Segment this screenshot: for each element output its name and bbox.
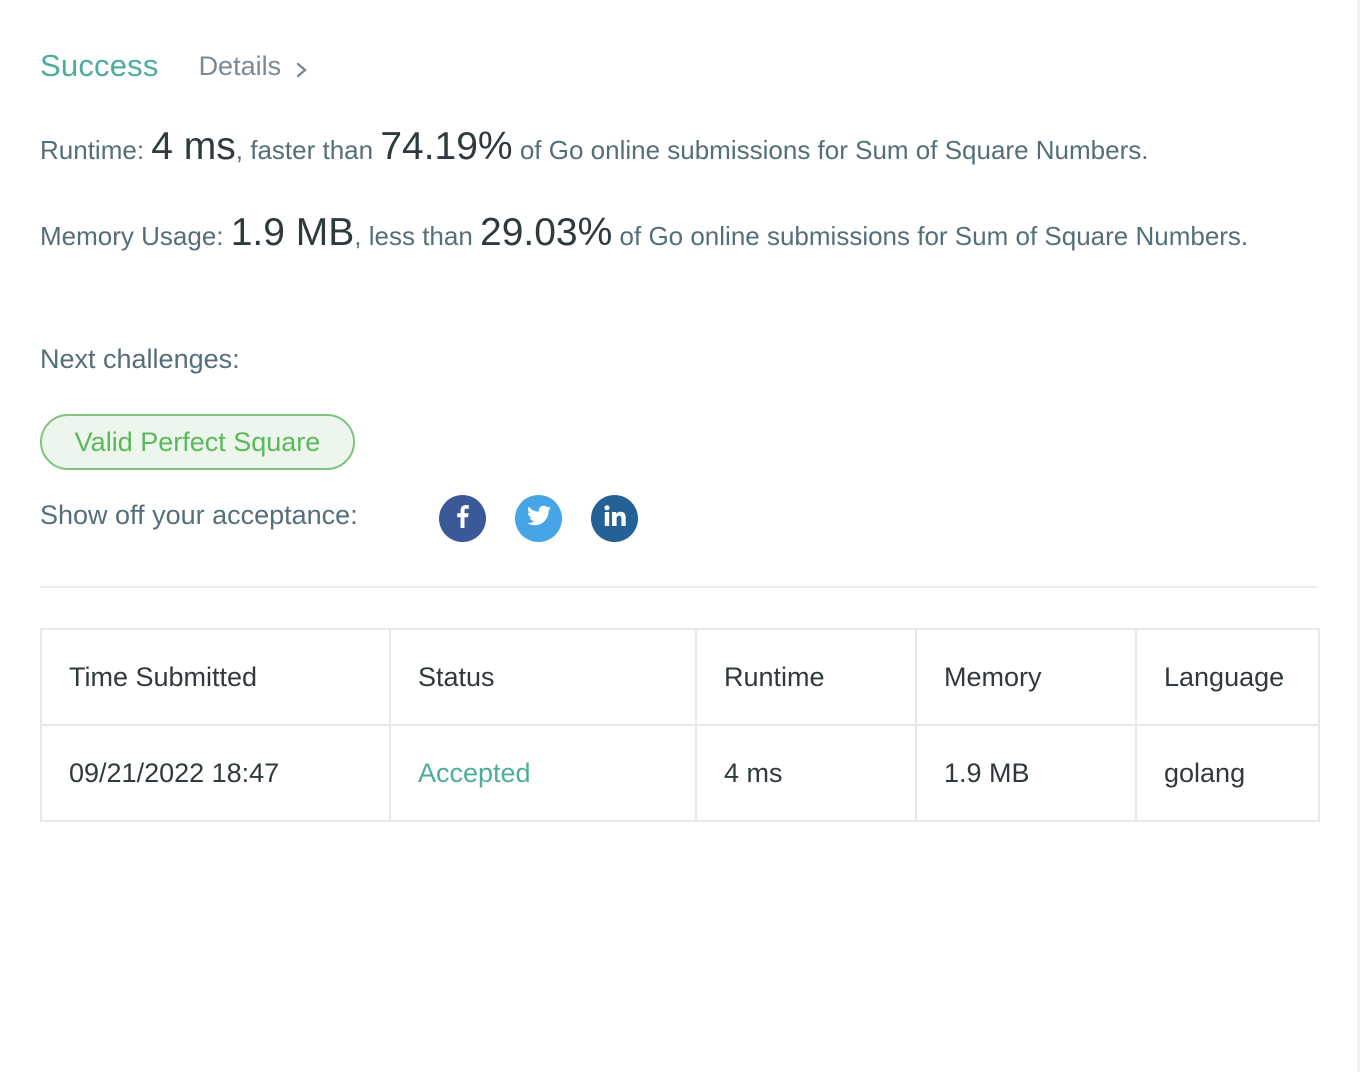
status-accepted-link[interactable]: Accepted (389, 724, 697, 822)
table-row: 09/21/2022 18:47 Accepted 4 ms 1.9 MB go… (40, 724, 1320, 822)
details-link[interactable]: Details (199, 51, 310, 82)
result-header: Success Details (40, 44, 309, 88)
facebook-icon (452, 503, 474, 534)
twitter-share-button[interactable] (515, 495, 562, 542)
runtime-percent: 74.19% (380, 125, 513, 168)
memory-suffix: of Go online submissions for Sum of Squa… (612, 221, 1249, 251)
runtime-suffix: of Go online submissions for Sum of Squa… (512, 135, 1149, 165)
memory-comparison: , less than (354, 221, 481, 251)
runtime-comparison: , faster than (235, 135, 381, 165)
facebook-share-button[interactable] (439, 495, 486, 542)
submissions-table: Time Submitted Status Runtime Memory Lan… (40, 628, 1320, 822)
details-label: Details (198, 50, 282, 81)
cell-runtime: 4 ms (695, 724, 917, 822)
memory-label: Memory Usage: (40, 221, 224, 251)
memory-percent: 29.03% (480, 211, 613, 254)
table-header-row: Time Submitted Status Runtime Memory Lan… (40, 628, 1320, 726)
runtime-label: Runtime: (40, 135, 145, 165)
share-label: Show off your acceptance: (40, 500, 358, 530)
cell-language: golang (1135, 724, 1320, 822)
cell-memory: 1.9 MB (915, 724, 1137, 822)
linkedin-share-button[interactable] (591, 495, 638, 542)
status-title: Success (40, 48, 159, 83)
runtime-summary: Runtime: 4 ms, faster than 74.19% of Go … (40, 126, 1270, 171)
next-challenges-label: Next challenges: (40, 344, 240, 374)
linkedin-icon (603, 504, 627, 533)
column-header-language: Language (1135, 628, 1320, 726)
cell-time-submitted: 09/21/2022 18:47 (40, 724, 391, 822)
column-header-memory: Memory (915, 628, 1137, 726)
column-header-status: Status (389, 628, 697, 726)
submission-result-page: Success Details Runtime: 4 ms, faster th… (0, 0, 1360, 1072)
chevron-right-icon (295, 56, 309, 78)
memory-summary: Memory Usage: 1.9 MB, less than 29.03% o… (40, 212, 1270, 257)
challenge-chip-valid-perfect-square[interactable]: Valid Perfect Square (40, 414, 355, 470)
runtime-value: 4 ms (151, 125, 236, 168)
memory-value: 1.9 MB (230, 211, 355, 254)
section-divider (40, 586, 1318, 588)
column-header-time-submitted: Time Submitted (40, 628, 391, 726)
twitter-icon (526, 505, 552, 532)
column-header-runtime: Runtime (695, 628, 917, 726)
